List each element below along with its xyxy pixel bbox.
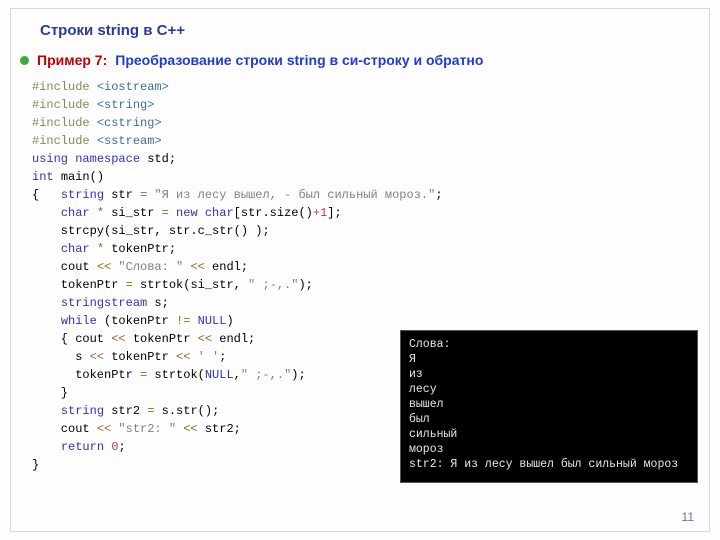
code-block: #include <iostream> #include <string> #i… xyxy=(32,78,443,474)
bullet-icon xyxy=(20,56,29,65)
example-description: Преобразование строки string в си-строку… xyxy=(115,52,483,68)
example-heading: Пример 7: Преобразование строки string в… xyxy=(20,52,483,68)
example-number: Пример 7: xyxy=(37,52,107,68)
page-number: 11 xyxy=(682,510,694,524)
console-output: Слова: Я из лесу вышел был сильный мороз… xyxy=(400,330,698,483)
slide-title: Строки string в С++ xyxy=(40,22,185,39)
